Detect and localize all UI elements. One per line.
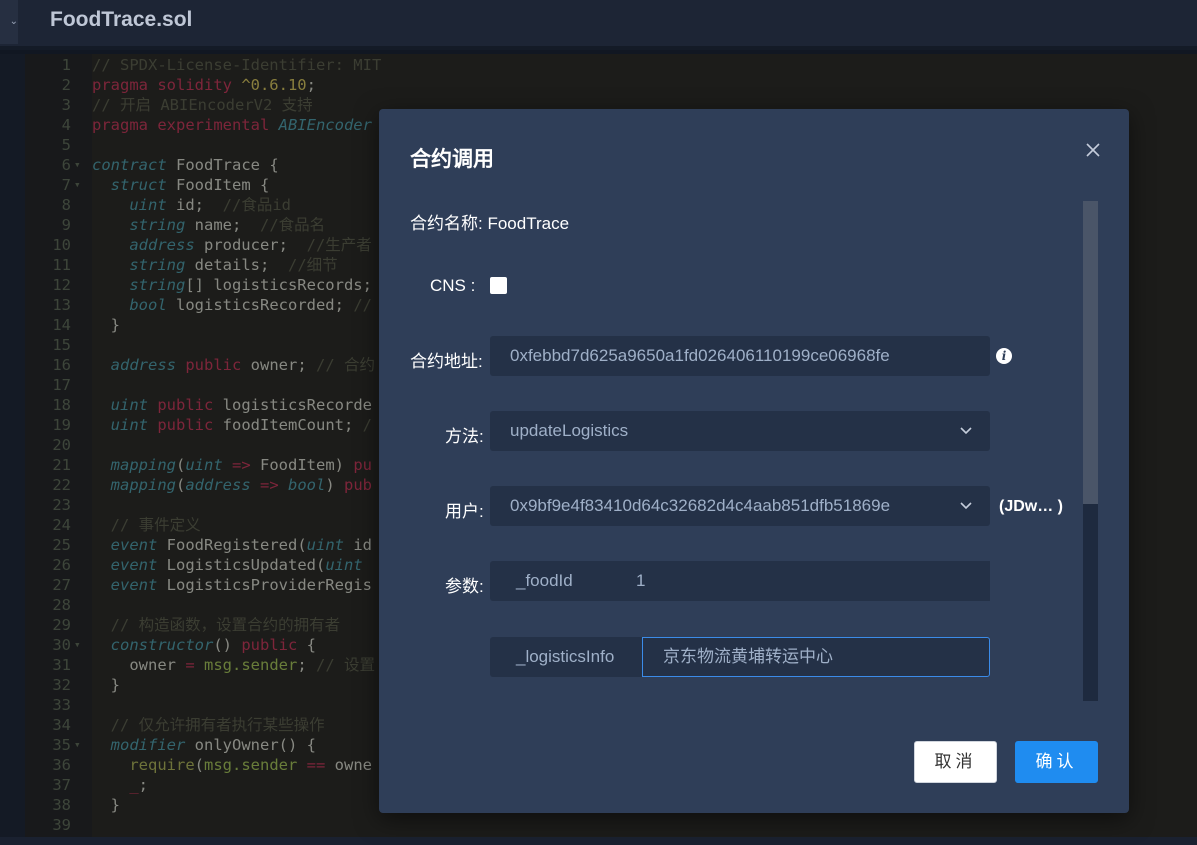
chevron-down-icon [960, 427, 972, 435]
param-foodid-name: _foodId [490, 561, 610, 601]
editor-tab-bar: ⌄ FoodTrace.sol [0, 0, 1197, 46]
dialog-title: 合约调用 [410, 148, 494, 171]
close-icon[interactable] [1082, 139, 1104, 161]
method-value: updateLogistics [510, 421, 629, 440]
method-select[interactable]: updateLogistics [490, 411, 990, 451]
contract-name-label: 合约名称: FoodTrace [410, 214, 570, 233]
contract-address-field[interactable]: 0xfebbd7d625a9650a1fd026406110199ce06968… [490, 336, 990, 376]
collapse-panel-button[interactable]: ⌄ [0, 0, 18, 44]
user-select[interactable]: 0x9bf9e4f83410d64c32682d4c4aab851dfb5186… [490, 486, 990, 526]
contract-address-value: 0xfebbd7d625a9650a1fd026406110199ce06968… [510, 346, 890, 365]
params-label: 参数: [445, 577, 484, 596]
method-label: 方法: [445, 427, 484, 446]
user-alias: (JDw… ) [999, 498, 1063, 515]
user-value: 0x9bf9e4f83410d64c32682d4c4aab851dfb5186… [510, 496, 891, 515]
contract-address-label: 合约地址: [410, 352, 483, 371]
file-tab-foodtrace[interactable]: FoodTrace.sol [50, 8, 192, 32]
param-logisticsinfo-name: _logisticsInfo [490, 637, 642, 677]
param-logisticsinfo-input[interactable]: 京东物流黄埔转运中心 [642, 637, 990, 677]
confirm-button[interactable]: 确认 [1015, 741, 1098, 783]
cns-checkbox[interactable] [490, 277, 507, 294]
param-foodid-input[interactable]: 1 [610, 561, 990, 601]
user-label: 用户: [445, 502, 484, 521]
chevron-down-icon [960, 502, 972, 510]
editor-bottom-bar [0, 837, 1197, 845]
app-root: ⌄ FoodTrace.sol 1// SPDX-License-Identif… [0, 0, 1197, 845]
cancel-button[interactable]: 取消 [914, 741, 997, 783]
contract-call-dialog: 合约调用 合约名称: FoodTrace CNS : 合约地址: 0xfebbd… [379, 109, 1129, 813]
dialog-scrollbar-thumb[interactable] [1083, 201, 1098, 504]
info-icon[interactable]: i [996, 348, 1012, 364]
cns-label: CNS : [430, 276, 476, 295]
